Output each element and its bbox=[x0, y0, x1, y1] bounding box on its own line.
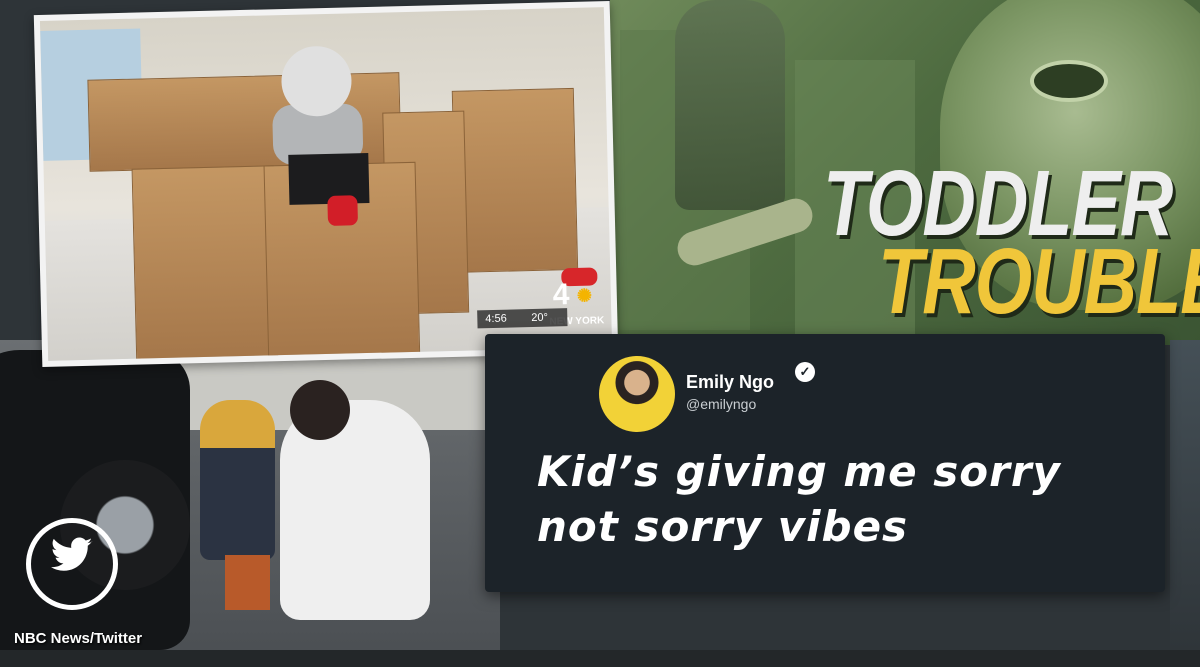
author-handle: @emilyngo bbox=[686, 396, 757, 412]
child-jacket bbox=[200, 400, 275, 560]
portrait-eye bbox=[1030, 60, 1108, 102]
nbc-station-logo: 4 ✺ NEW YORK bbox=[546, 277, 607, 336]
child-pants bbox=[225, 555, 270, 610]
furniture-box bbox=[131, 165, 279, 361]
street-photo bbox=[0, 340, 500, 667]
author-name: Emily Ngo bbox=[686, 372, 775, 392]
woman-head bbox=[290, 380, 350, 440]
twitter-bird-icon bbox=[50, 537, 93, 580]
photo-credit: NBC News/Twitter bbox=[14, 630, 143, 647]
torn-paper-edge bbox=[0, 650, 1200, 667]
photo-scene: 4 ✺ NEW YORK 4:56 20° bbox=[39, 7, 613, 361]
avatar bbox=[599, 356, 675, 432]
headline-trouble: TROUBLE bbox=[878, 229, 1200, 333]
toddler-boxes-photo: 4 ✺ NEW YORK 4:56 20° bbox=[33, 1, 619, 367]
furniture-box bbox=[451, 87, 579, 273]
twitter-logo bbox=[26, 518, 118, 610]
broadcast-temperature: 20° bbox=[531, 311, 549, 325]
torn-paper-edge bbox=[1170, 340, 1200, 660]
tweet-text: Kid’s giving me sorry not sorry vibes bbox=[537, 447, 1061, 551]
composite-image: TODDLER TROUBLE 4 ✺ NEW YORK 4:56 20° Em… bbox=[0, 0, 1200, 667]
tweet-card: Emily Ngo ✓ @emilyngo Kid’s giving me so… bbox=[485, 334, 1165, 592]
time-temperature-bar: 4:56 20° bbox=[477, 308, 568, 329]
background-toddler-figure bbox=[675, 0, 785, 210]
verified-check-icon: ✓ bbox=[795, 362, 815, 382]
broadcast-time: 4:56 bbox=[485, 312, 507, 326]
news-graphic-background: TODDLER TROUBLE bbox=[610, 0, 1200, 345]
nbc-peacock-icon: ✺ bbox=[576, 285, 593, 306]
toddler-red-shoe bbox=[327, 195, 359, 226]
